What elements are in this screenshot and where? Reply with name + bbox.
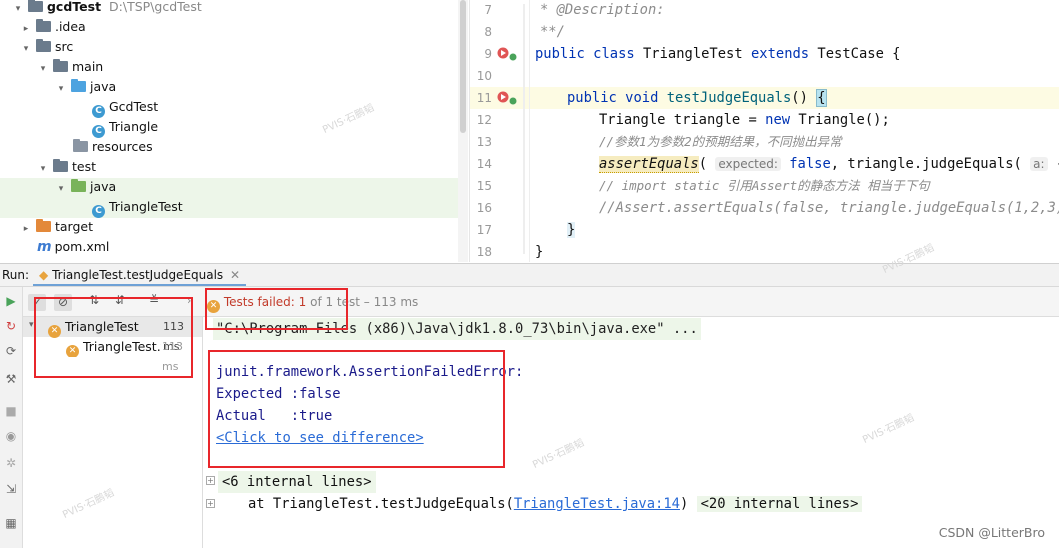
inheritance-icon[interactable] — [509, 49, 517, 61]
test-folder-icon — [70, 179, 86, 192]
run-test-class-icon[interactable] — [497, 47, 509, 59]
chevron-down-icon[interactable]: ▾ — [37, 59, 49, 79]
folder-icon — [27, 0, 43, 12]
run-side-toolbar: ▶ ↻ ⟳ ⚒ ■ ◉ ✲ ⇲ ▦ — [0, 287, 23, 548]
csdn-watermark: CSDN @LitterBro — [938, 525, 1045, 540]
annotation-box-status — [205, 288, 348, 330]
tree-item-pom[interactable]: m pom.xml — [37, 237, 109, 257]
run-test-method-icon[interactable] — [497, 91, 509, 103]
close-icon[interactable]: ✕ — [230, 268, 240, 282]
stop-icon[interactable]: ■ — [3, 403, 19, 419]
line-number: 11 — [476, 91, 492, 105]
tree-scrollbar[interactable] — [458, 0, 468, 262]
annotation-box-tree — [34, 297, 193, 378]
tree-item-src[interactable]: ▾ src — [20, 37, 73, 57]
run-config-icon: ◆ — [39, 268, 49, 282]
chevron-down-icon[interactable]: ▾ — [37, 159, 49, 179]
project-tree: ▾ gcdTest D:\TSP\gcdTest ▸ .idea ▾ src ▾… — [0, 0, 458, 262]
resources-folder-icon — [73, 139, 88, 152]
fold-guide — [523, 4, 525, 254]
rerun-icon[interactable]: ▶ — [3, 293, 19, 309]
folder-icon — [52, 159, 68, 172]
chevron-down-icon[interactable]: ▾ — [29, 320, 34, 330]
tree-item-main-java[interactable]: ▾ java — [55, 77, 116, 97]
code-line-9: public class TriangleTest extends TestCa… — [535, 46, 901, 62]
code-line-18: } — [535, 244, 544, 260]
chevron-down-icon[interactable]: ▾ — [55, 179, 67, 199]
excluded-folder-icon — [35, 219, 51, 232]
line-number: 12 — [476, 113, 492, 127]
run-label: Run: — [2, 268, 30, 282]
source-location-link[interactable]: TriangleTest.java:14 — [514, 496, 680, 512]
camera-icon[interactable]: ◉ — [3, 428, 19, 444]
rerun-failed-icon[interactable]: ↻ — [3, 318, 19, 334]
param-hint-a: a: — [1030, 157, 1048, 171]
code-line-15: // import static 引用Assert的静态方法 相当于下句 — [599, 178, 930, 193]
brace-match: { — [816, 89, 827, 107]
line-number: 18 — [476, 245, 492, 259]
code-line-16: //Assert.assertEquals(false, triangle.ju… — [599, 200, 1059, 216]
line-number: 17 — [476, 223, 492, 237]
folded-internal-lines[interactable]: <6 internal lines> — [218, 471, 376, 493]
line-number: 13 — [476, 135, 492, 149]
code-line-14: assertEquals( expected: false, triangle.… — [599, 153, 1059, 175]
tree-item-gcdtest-class[interactable]: C GcdTest — [92, 97, 158, 118]
tree-item-test-java[interactable]: ▾ java — [55, 177, 116, 197]
scrollbar-thumb[interactable] — [460, 0, 466, 133]
annotation-box-error — [208, 350, 505, 468]
code-line-11: public void testJudgeEquals() { — [567, 89, 827, 107]
chevron-right-icon[interactable]: ▸ — [20, 19, 32, 39]
layout-icon[interactable]: ▦ — [3, 515, 19, 531]
chevron-down-icon[interactable]: ▾ — [55, 79, 67, 99]
settings-wrench-icon[interactable]: ⚒ — [3, 371, 19, 387]
import-tests-icon[interactable]: ⇲ — [3, 481, 19, 497]
line-number: 9 — [484, 47, 492, 61]
code-editor[interactable]: * @Description: **/ public class Triangl… — [529, 0, 1059, 262]
tree-item-test[interactable]: ▾ test — [37, 157, 96, 177]
code-line-8: **/ — [540, 24, 565, 40]
tree-item-gcdtest[interactable]: ▾ gcdTest D:\TSP\gcdTest — [12, 0, 202, 17]
maven-icon: m — [37, 239, 52, 255]
line-number: 10 — [476, 69, 492, 83]
folder-icon — [35, 19, 51, 32]
line-number: 8 — [484, 25, 492, 39]
class-icon: C — [92, 205, 105, 218]
line-number: 7 — [484, 3, 492, 17]
code-line-7: * @Description: — [540, 2, 665, 18]
code-line-12: Triangle triangle = new Triangle(); — [599, 112, 890, 128]
tree-item-triangletest-class[interactable]: C TriangleTest — [92, 197, 183, 218]
expand-icon[interactable]: + — [206, 476, 215, 485]
source-folder-icon — [70, 79, 86, 92]
folder-icon — [52, 59, 68, 72]
line-number: 15 — [476, 179, 492, 193]
param-hint-expected: expected: — [715, 157, 781, 171]
editor-gutter: 7 8 9 10 11 12 13 14 15 16 17 18 — [469, 0, 530, 262]
tree-item-resources[interactable]: resources — [73, 137, 153, 157]
chevron-right-icon[interactable]: ▸ — [20, 219, 32, 239]
chevron-down-icon[interactable]: ▾ — [20, 39, 32, 59]
folder-icon — [35, 39, 51, 52]
folded-internal-lines[interactable]: <20 internal lines> — [696, 496, 863, 512]
tree-item-triangle-class[interactable]: C Triangle — [92, 117, 158, 138]
line-number: 16 — [476, 201, 492, 215]
tree-item-target[interactable]: ▸ target — [20, 217, 93, 237]
code-line-13: //参数1为参数2的预期结果，不同抛出异常 — [599, 134, 842, 149]
override-icon[interactable] — [509, 93, 517, 105]
code-line-17: } — [567, 222, 576, 238]
expand-icon[interactable]: + — [206, 499, 215, 508]
tree-item-main[interactable]: ▾ main — [37, 57, 103, 77]
gear-icon[interactable]: ✲ — [3, 455, 19, 471]
tree-item-idea[interactable]: ▸ .idea — [20, 17, 86, 37]
line-number: 14 — [476, 157, 492, 171]
toggle-auto-test-icon[interactable]: ⟳ — [3, 343, 19, 359]
stack-trace-line: at TriangleTest.testJudgeEquals(Triangle… — [248, 493, 863, 515]
tab-run-config[interactable]: ◆ TriangleTest.testJudgeEquals ✕ — [33, 264, 247, 286]
